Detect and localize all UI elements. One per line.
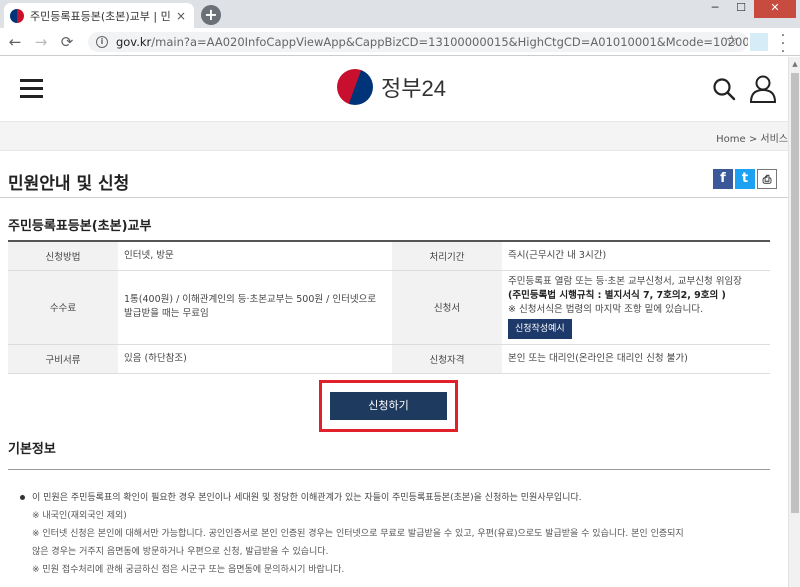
browser-tab-bar: 주민등록표등본(초본)교부 | 민원 × + ─ ☐ ✕ [0, 0, 800, 28]
scroll-up-icon[interactable]: ▲ [789, 57, 800, 71]
scroll-thumb[interactable] [791, 73, 799, 513]
form-value: 주민등록표 열람 또는 등·초본 교부신청서, 교부신청 위임장 (주민등록법 … [502, 270, 770, 345]
table-row: 구비서류 있음 (하단참조) 신청자격 본인 또는 대리인(온라인은 대리인 신… [8, 344, 770, 374]
minimize-button[interactable]: ─ [702, 0, 728, 18]
facebook-icon[interactable]: f [713, 169, 733, 189]
url-text: gov.kr/main?a=AA020InfoCappViewApp&CappB… [115, 35, 748, 49]
tab-close-icon[interactable]: × [174, 9, 188, 23]
share-buttons: f t ⎙ [713, 169, 779, 189]
twitter-icon[interactable]: t [735, 169, 755, 189]
browser-tab[interactable]: 주민등록표등본(초본)교부 | 민원 × [4, 3, 194, 28]
table-row: 신청방법 인터넷, 방문 처리기간 즉시(근무시간 내 3시간) [8, 241, 770, 271]
new-tab-button[interactable]: + [201, 5, 221, 25]
form-line: 주민등록표 열람 또는 등·초본 교부신청서, 교부신청 위임장 [508, 276, 742, 287]
list-item: ※ 내국인(재외국인 제외) [32, 511, 127, 521]
site-header: 정부24 [0, 57, 788, 121]
method-label: 신청방법 [8, 241, 118, 271]
form-label: 신청서 [392, 270, 502, 345]
qualification-label: 신청자격 [392, 344, 502, 374]
browser-menu-icon[interactable]: · · · [778, 29, 788, 59]
basic-info-list: 이 민원은 주민등록표의 확인이 필요한 경우 본인이나 세대원 및 정당한 이… [20, 489, 770, 579]
tab-title: 주민등록표등본(초본)교부 | 민원 [30, 9, 170, 23]
form-example-button[interactable]: 신청작성예시 [508, 319, 572, 339]
window-controls: ─ ☐ ✕ [702, 0, 796, 18]
apply-button[interactable]: 신청하기 [330, 392, 447, 420]
qualification-value: 본인 또는 대리인(온라인은 대리인 신청 불가) [502, 344, 770, 374]
forward-button[interactable]: → [30, 33, 52, 51]
table-row: 수수료 1통(400원) / 이해관계인의 등·초본교부는 500원 / 인터넷… [8, 270, 770, 345]
maximize-button[interactable]: ☐ [728, 0, 754, 18]
back-button[interactable]: ← [4, 33, 26, 51]
search-icon[interactable] [712, 77, 736, 101]
period-value: 즉시(근무시간 내 3시간) [502, 241, 770, 271]
site-info-icon[interactable]: i [96, 36, 108, 48]
gov-favicon-icon [10, 8, 24, 23]
period-label: 처리기간 [392, 241, 502, 271]
close-window-button[interactable]: ✕ [754, 0, 796, 18]
user-icon[interactable] [748, 73, 778, 103]
list-item: 이 민원은 주민등록표의 확인이 필요한 경우 본인이나 세대원 및 정당한 이… [32, 493, 582, 503]
bookmark-star-icon[interactable]: ☆ [725, 33, 738, 49]
logo-text: 정부24 [381, 76, 446, 101]
page-scrollbar[interactable]: ▲ [788, 57, 800, 587]
divider [8, 469, 770, 470]
form-law-reference: (주민등록법 시행규칙 : 별지서식 7, 7호의2, 9호의 ) [508, 290, 726, 301]
print-icon[interactable]: ⎙ [757, 169, 777, 189]
form-note: ※ 신청서식은 법령의 마지막 조항 밑에 있습니다. [508, 304, 704, 315]
basic-info-title: 기본정보 [8, 442, 56, 457]
method-value: 인터넷, 방문 [118, 241, 392, 271]
taegeuk-logo-icon [337, 69, 373, 105]
reload-button[interactable]: ⟳ [56, 33, 78, 51]
service-title: 주민등록표등본(초본)교부 [8, 219, 152, 234]
hamburger-menu-icon[interactable] [20, 79, 43, 98]
breadcrumb[interactable]: Home > 서비스 [716, 130, 788, 145]
docs-label: 구비서류 [8, 344, 118, 374]
service-info-table: 신청방법 인터넷, 방문 처리기간 즉시(근무시간 내 3시간) 수수료 1통(… [8, 240, 770, 374]
divider [0, 197, 788, 198]
fee-label: 수수료 [8, 270, 118, 345]
list-item: ※ 민원 접수처리에 관해 궁금하신 점은 시군구 또는 읍면동에 문의하시기 … [32, 565, 345, 575]
page-title: 민원안내 및 신청 [8, 174, 130, 194]
site-logo[interactable]: 정부24 [337, 69, 446, 105]
breadcrumb-bar: Home > 서비스 [0, 121, 788, 151]
page-content: 정부24 Home > 서비스 민원안내 및 신청 f t ⎙ 주민등록표등본(… [0, 57, 788, 587]
apply-highlight-box: 신청하기 [319, 380, 458, 432]
list-item: 않은 경우는 거주지 읍면동에 방문하거나 우편으로 신청, 발급받을 수 있습… [32, 547, 329, 557]
fee-value: 1통(400원) / 이해관계인의 등·초본교부는 500원 / 인터넷으로 발… [118, 270, 392, 345]
bullet-icon [20, 495, 25, 500]
address-bar: ← → ⟳ i gov.kr/main?a=AA020InfoCappViewA… [0, 28, 800, 56]
docs-value: 있음 (하단참조) [118, 344, 392, 374]
url-input[interactable]: i gov.kr/main?a=AA020InfoCappViewApp&Cap… [88, 32, 748, 52]
extension-icon[interactable] [750, 33, 768, 51]
list-item: ※ 인터넷 신청은 본인에 대해서만 가능합니다. 공인인증서로 본인 인증된 … [32, 529, 684, 539]
